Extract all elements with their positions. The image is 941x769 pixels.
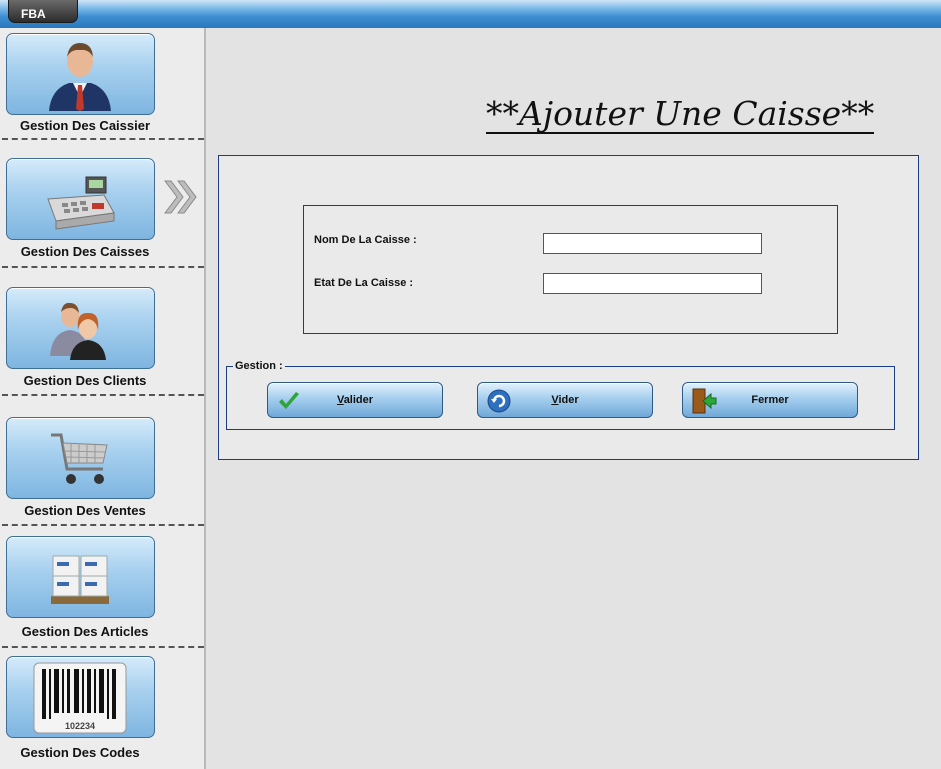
fermer-label: Fermer [751, 394, 789, 406]
separator [2, 266, 204, 268]
boxes-icon [41, 541, 119, 615]
separator [2, 646, 204, 648]
person-icon [41, 38, 119, 112]
shopping-cart-icon [41, 422, 119, 496]
sidebar-item-articles[interactable]: Gestion Des Articles [5, 536, 205, 662]
clients-button[interactable] [6, 287, 155, 369]
valider-button[interactable]: Valider [267, 382, 443, 418]
separator [2, 524, 204, 526]
sidebar-item-label: Gestion Des Clients [23, 373, 147, 388]
barcode-icon: 102234 [31, 661, 129, 735]
articles-button[interactable] [6, 536, 155, 618]
vider-button[interactable]: Vider [477, 382, 653, 418]
separator [2, 394, 204, 396]
nom-input[interactable] [543, 233, 762, 254]
sidebar-item-caissier[interactable]: Gestion Des Caissier [5, 33, 205, 159]
valider-mnemonic: V [336, 394, 344, 406]
etat-input[interactable] [543, 273, 762, 294]
active-chevron-icon [162, 178, 200, 221]
valider-label: alider [343, 394, 374, 406]
clients-icon [41, 292, 119, 366]
page-title: **Ajouter Une Caisse** [486, 94, 875, 135]
sidebar-item-label: Gestion Des Ventes [24, 503, 146, 518]
sidebar-item-label: Gestion Des Caissier [19, 118, 151, 133]
gestion-legend: Gestion : [233, 360, 285, 372]
sidebar-item-codes[interactable]: 102234 Gestion Des Codes [5, 656, 205, 769]
sidebar-item-label: Gestion Des Caisses [20, 244, 150, 259]
nom-label: Nom De La Caisse : [314, 234, 417, 246]
caissier-button[interactable] [6, 33, 155, 115]
sidebar-item-label: Gestion Des Articles [21, 624, 149, 639]
fermer-button[interactable]: Fermer [682, 382, 858, 418]
etat-label: Etat De La Caisse : [314, 277, 414, 289]
barcode-number: 102234 [65, 721, 95, 731]
caisses-button[interactable] [6, 158, 155, 240]
top-bar: FBA [0, 0, 941, 28]
sidebar: Gestion Des Caissier Gestion Des Caisses… [0, 28, 206, 769]
app-tab[interactable]: FBA [8, 0, 78, 23]
codes-button[interactable]: 102234 [6, 656, 155, 738]
cash-register-icon [41, 163, 119, 237]
vider-label: ider [558, 394, 579, 406]
form-box [303, 205, 838, 334]
separator [2, 138, 204, 140]
sidebar-item-label: Gestion Des Codes [20, 745, 140, 760]
ventes-button[interactable] [6, 417, 155, 499]
